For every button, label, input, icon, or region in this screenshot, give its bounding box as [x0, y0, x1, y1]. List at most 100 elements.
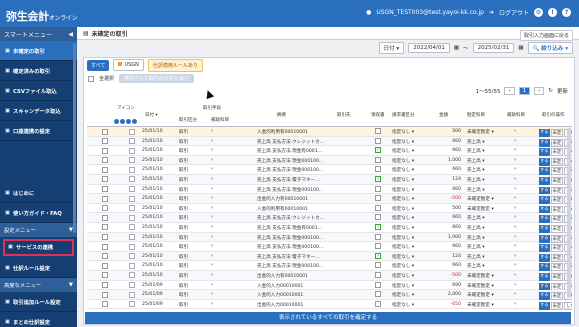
- row-category[interactable]: 取引: [179, 244, 188, 250]
- sidebar-item-0[interactable]: ▣ サービスの連携: [3, 239, 74, 256]
- row-checkbox[interactable]: [102, 301, 108, 308]
- row-amount[interactable]: 660: [435, 215, 461, 220]
- table-row[interactable]: 25/01/10 取引 ▾ 売上高 支払方法:現金000100… 指定なし ▾ 660 売上…: [87, 242, 572, 253]
- user-email[interactable]: USGN_TEST003@test.yayoi-kk.co.jp: [376, 9, 484, 16]
- row-tax-select[interactable]: 指定なし ▾: [392, 187, 414, 193]
- row-checkbox[interactable]: [102, 147, 108, 154]
- row-flag-checkbox[interactable]: [375, 185, 381, 192]
- row-category[interactable]: 取引: [179, 302, 188, 308]
- row-amount[interactable]: 2,000: [435, 292, 461, 297]
- table-row[interactable]: 25/01/10 取引 ▾ 出金的入力有00010001 指定なし ▾ -500 未確定勘定…: [87, 194, 572, 205]
- table-row[interactable]: 25/01/10 取引 ▾ 売上高 支払方法:現金000100… 指定なし ▾ 660 売上…: [87, 185, 572, 195]
- row-flag-checkbox[interactable]: [375, 291, 381, 298]
- row-account[interactable]: 未確定勘定 ▾: [467, 292, 494, 298]
- collapse-icon[interactable]: ◀: [68, 31, 73, 38]
- row-account[interactable]: 未確定勘定 ▾: [467, 283, 494, 289]
- table-row[interactable]: 25/01/09 取引 ▾ 入金的入力00010001 指定なし ▾ 690 未確定勘定 ▾…: [87, 281, 572, 291]
- sidebar-top[interactable]: スマートメニュー ◀: [0, 27, 77, 41]
- row-tax-select[interactable]: 指定なし ▾: [392, 235, 414, 241]
- confirm-all-button[interactable]: 表示されているすべての取引を確定する: [85, 312, 571, 324]
- row-memo[interactable]: 売上高 支払方法:電子マネー…: [257, 254, 335, 260]
- row-detail-icon[interactable]: [129, 138, 135, 145]
- row-tag-dropdown[interactable]: ▾: [514, 187, 516, 192]
- row-memo[interactable]: 売上高 支払方法:現金000100…: [257, 263, 335, 269]
- sidebar-item-2[interactable]: ▣ CSVファイル取込: [0, 81, 77, 101]
- row-memo[interactable]: 出金的入力00010001: [257, 302, 335, 308]
- table-row[interactable]: 25/01/10 取引 ▾ 売上高 支払方法:現金000100… 指定なし ▾ 1,000…: [87, 232, 572, 243]
- row-memo[interactable]: 売上高 支払方法:クレジットカ…: [257, 215, 335, 221]
- row-account[interactable]: 売上高 ▾: [467, 225, 485, 231]
- row-category[interactable]: 取引: [179, 139, 188, 145]
- pending-button[interactable]: 未定: [550, 301, 564, 310]
- row-memo[interactable]: 売上高 支払方法:電子マネー…: [257, 177, 335, 183]
- row-detail-icon[interactable]: [129, 186, 135, 193]
- sidebar-item-4[interactable]: ▣ 口座連携の設定: [0, 121, 77, 141]
- row-tax-select[interactable]: 指定なし ▾: [392, 206, 414, 212]
- row-tag-dropdown[interactable]: ▾: [514, 177, 516, 182]
- row-account[interactable]: 売上高 ▾: [467, 158, 485, 164]
- filter-button[interactable]: 🔍 絞り込み ▾: [527, 42, 573, 54]
- row-sub-dropdown[interactable]: ▾: [211, 148, 213, 153]
- update-label[interactable]: 更新: [557, 87, 568, 95]
- row-category[interactable]: 取引: [179, 167, 188, 173]
- table-row[interactable]: 25/01/10 取引 ▾ 売上高 支払方法:現金有0001… ✓ 指定なし ▾ 660 売上…: [87, 146, 572, 157]
- table-row[interactable]: 25/01/10 取引 ▾ 売上高 支払方法:現金有0001… ✓ 指定なし ▾ 660 売上…: [87, 223, 572, 233]
- row-checkbox[interactable]: [102, 272, 108, 279]
- row-memo[interactable]: 出金的入力有00010001: [257, 196, 335, 202]
- row-tax-select[interactable]: 指定なし ▾: [392, 244, 414, 250]
- tab-usgn[interactable]: USGN: [113, 59, 144, 71]
- tab-rule[interactable]: 仕訳適用ルールあり: [147, 58, 203, 72]
- row-flag-checkbox[interactable]: ✓: [375, 223, 381, 230]
- table-row[interactable]: 25/01/10 取引 ▾ 売上高 支払方法:現金000100… 指定なし ▾ 660 売上…: [87, 261, 572, 272]
- row-sub-dropdown[interactable]: ▾: [211, 167, 213, 172]
- table-row[interactable]: 25/01/10 取引 ▾ 入金的利用有00010001 指定なし ▾ 500 未確定勘定 …: [87, 127, 572, 137]
- row-category[interactable]: 取引: [179, 235, 188, 241]
- row-tax-select[interactable]: 指定なし ▾: [392, 167, 414, 173]
- row-amount[interactable]: -500: [435, 196, 461, 201]
- sidebar-item-0[interactable]: ▣ はじめに: [0, 183, 77, 203]
- row-detail-icon[interactable]: [129, 272, 135, 279]
- row-memo[interactable]: 入金的入力00010001: [257, 292, 335, 298]
- app-logo[interactable]: 弥生会計オンライン: [6, 8, 78, 24]
- row-memo[interactable]: 売上高 支払方法:現金000100…: [257, 187, 335, 193]
- row-detail-icon[interactable]: [129, 157, 135, 164]
- bulk-output-button[interactable]: 選択された取引の仕訳を出力: [119, 74, 195, 83]
- row-flag-checkbox[interactable]: [375, 156, 381, 163]
- row-sub-dropdown[interactable]: ▾: [211, 235, 213, 240]
- row-tax-select[interactable]: 指定なし ▾: [392, 254, 414, 260]
- table-row[interactable]: 25/01/10 取引 ▾ 入金的利用有00010001 指定なし ▾ 500 未確定勘定 …: [87, 204, 572, 214]
- page-number[interactable]: 1: [518, 87, 531, 95]
- confirm-button[interactable]: する: [539, 301, 550, 310]
- row-amount[interactable]: 660: [435, 148, 461, 153]
- sidebar-item-0[interactable]: ▣ 取引追加ルール設定: [0, 292, 77, 312]
- row-account[interactable]: 未確定勘定 ▾: [467, 302, 494, 308]
- row-category[interactable]: 取引: [179, 283, 188, 289]
- row-checkbox[interactable]: [102, 224, 108, 231]
- table-row[interactable]: 25/01/10 取引 ▾ 出金的入力有00010001 指定なし ▾ -500 未確定勘定…: [87, 270, 572, 281]
- row-flag-checkbox[interactable]: [375, 214, 381, 221]
- row-sub-dropdown[interactable]: ▾: [211, 302, 213, 307]
- row-tax-select[interactable]: 指定なし ▾: [392, 292, 414, 298]
- row-flag-checkbox[interactable]: [375, 262, 381, 269]
- row-category[interactable]: 取引: [179, 273, 188, 279]
- table-row[interactable]: 25/01/10 取引 ▾ 売上高 支払方法:クレジットカ… 指定なし ▾ 660 売上高 …: [87, 136, 572, 147]
- row-checkbox[interactable]: [102, 186, 108, 193]
- sidebar-item-3[interactable]: ▣ スキャンデータ取込: [0, 101, 77, 121]
- row-sub-dropdown[interactable]: ▾: [211, 139, 213, 144]
- row-category[interactable]: 取引: [179, 158, 188, 164]
- row-tag-dropdown[interactable]: ▾: [514, 225, 516, 230]
- prev-page-button[interactable]: ‹: [504, 87, 515, 95]
- row-category[interactable]: 取引: [179, 129, 188, 135]
- row-amount[interactable]: 500: [435, 206, 461, 211]
- row-amount[interactable]: 660: [435, 167, 461, 172]
- table-row[interactable]: 25/01/09 取引 ▾ 出金的入力00010001 指定なし ▾ -650 未確定勘定 …: [87, 300, 572, 310]
- row-memo[interactable]: 入金的利用有00010001: [257, 129, 335, 135]
- row-checkbox[interactable]: [102, 176, 108, 183]
- refresh-icon[interactable]: ↻: [548, 88, 553, 94]
- row-detail-icon[interactable]: [129, 214, 135, 221]
- row-sub-dropdown[interactable]: ▾: [211, 273, 213, 278]
- sidebar-item-1[interactable]: ▣ 使い方ガイド・FAQ: [0, 203, 77, 223]
- row-category[interactable]: 取引: [179, 263, 188, 269]
- row-checkbox[interactable]: [102, 243, 108, 250]
- section-advanced[interactable]: 高度なメニュー ▼: [0, 278, 77, 292]
